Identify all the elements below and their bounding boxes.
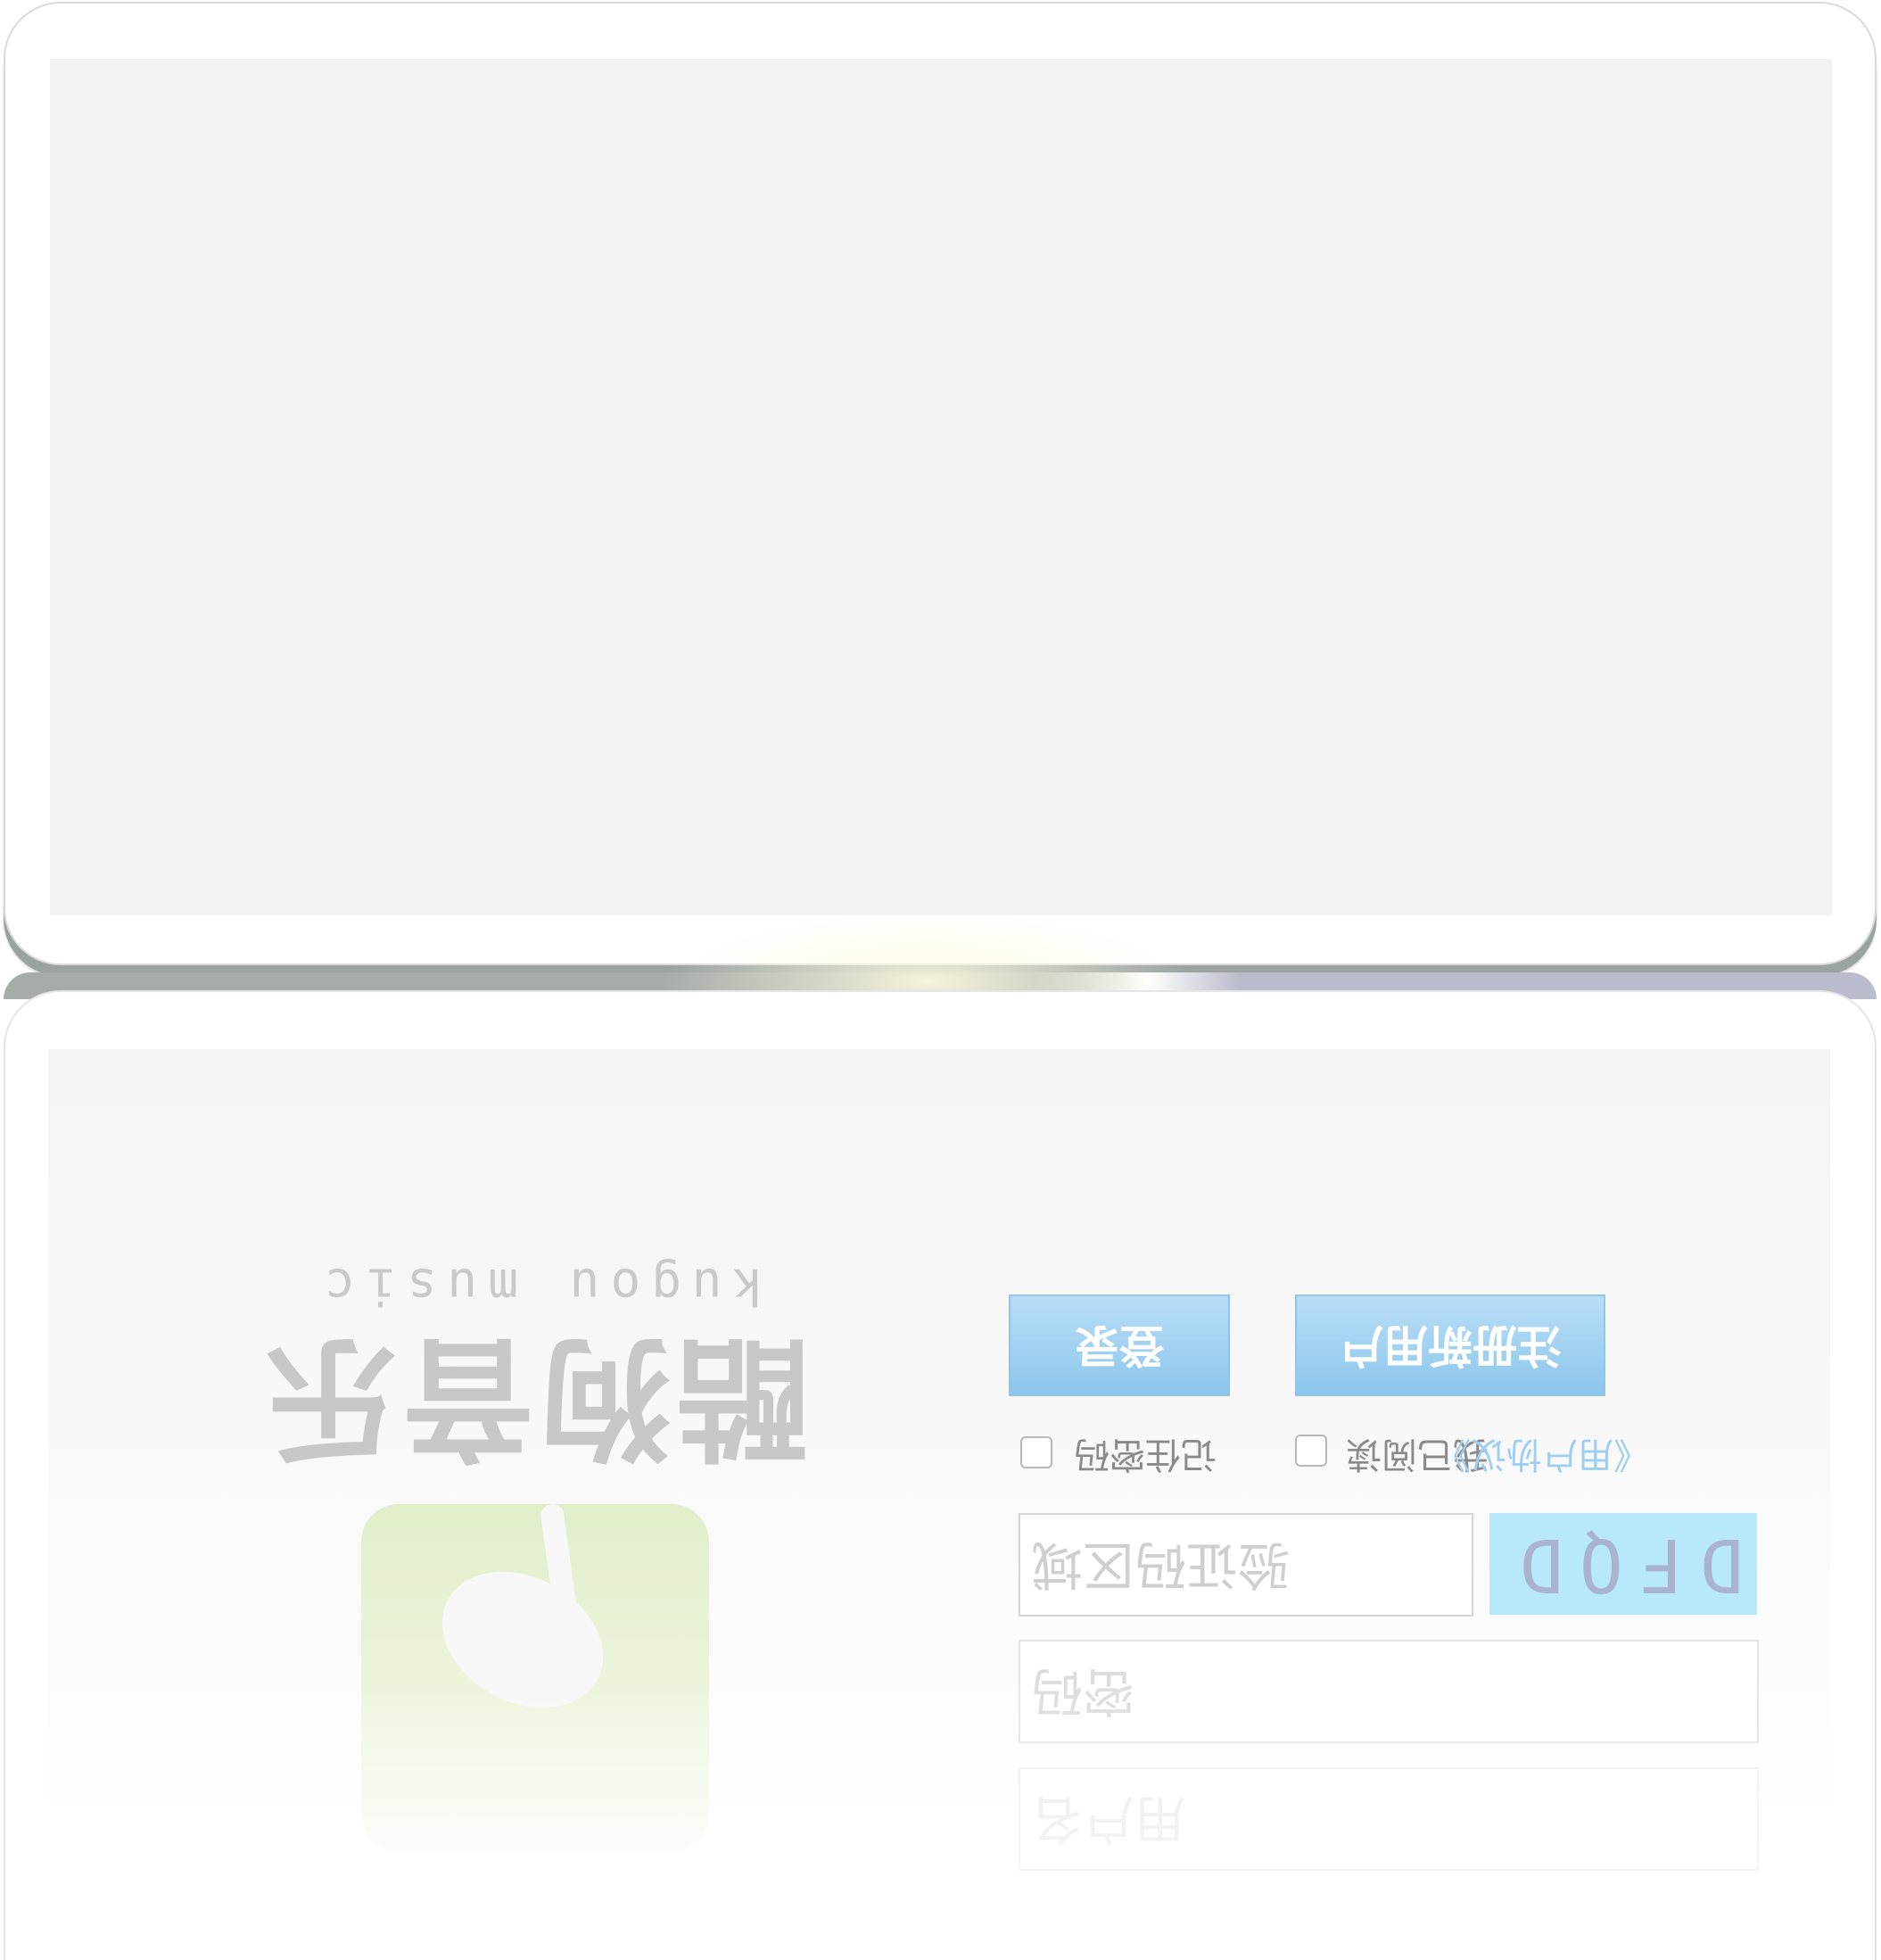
- remember-password-checkbox[interactable]: [1020, 1436, 1052, 1468]
- captcha-image[interactable]: DFQD: [1489, 1513, 1757, 1615]
- password-input[interactable]: 密码: [1019, 1640, 1759, 1743]
- password-placeholder: 密码: [1031, 1661, 1135, 1722]
- login-card-content: [50, 59, 1832, 915]
- logo-title: 酷狗音乐: [260, 1320, 809, 1474]
- note-head: [418, 1544, 627, 1735]
- username-input[interactable]: 用户名: [1019, 1767, 1759, 1871]
- agree-checkbox[interactable]: [1295, 1435, 1327, 1467]
- music-note-icon: [361, 1504, 709, 1852]
- remember-password-label: 记住密码: [1074, 1434, 1217, 1475]
- reflection-content: kugou music 酷狗音乐 登录 注册新用户 记住密码 我已阅读 《用户协…: [48, 1049, 1830, 1960]
- terms-link[interactable]: 《用户协议》: [1435, 1433, 1649, 1476]
- captcha-input[interactable]: 验证码区域: [1019, 1513, 1473, 1617]
- login-card: [4, 2, 1877, 965]
- username-placeholder: 用户名: [1031, 1789, 1187, 1849]
- logo-subtitle: kugou music: [314, 1257, 763, 1315]
- captcha-placeholder: 验证码区域: [1031, 1534, 1291, 1595]
- register-button[interactable]: 注册新用户: [1295, 1294, 1605, 1396]
- card-reflection: kugou music 酷狗音乐 登录 注册新用户 记住密码 我已阅读 《用户协…: [4, 990, 1877, 1960]
- login-button[interactable]: 登录: [1009, 1294, 1230, 1396]
